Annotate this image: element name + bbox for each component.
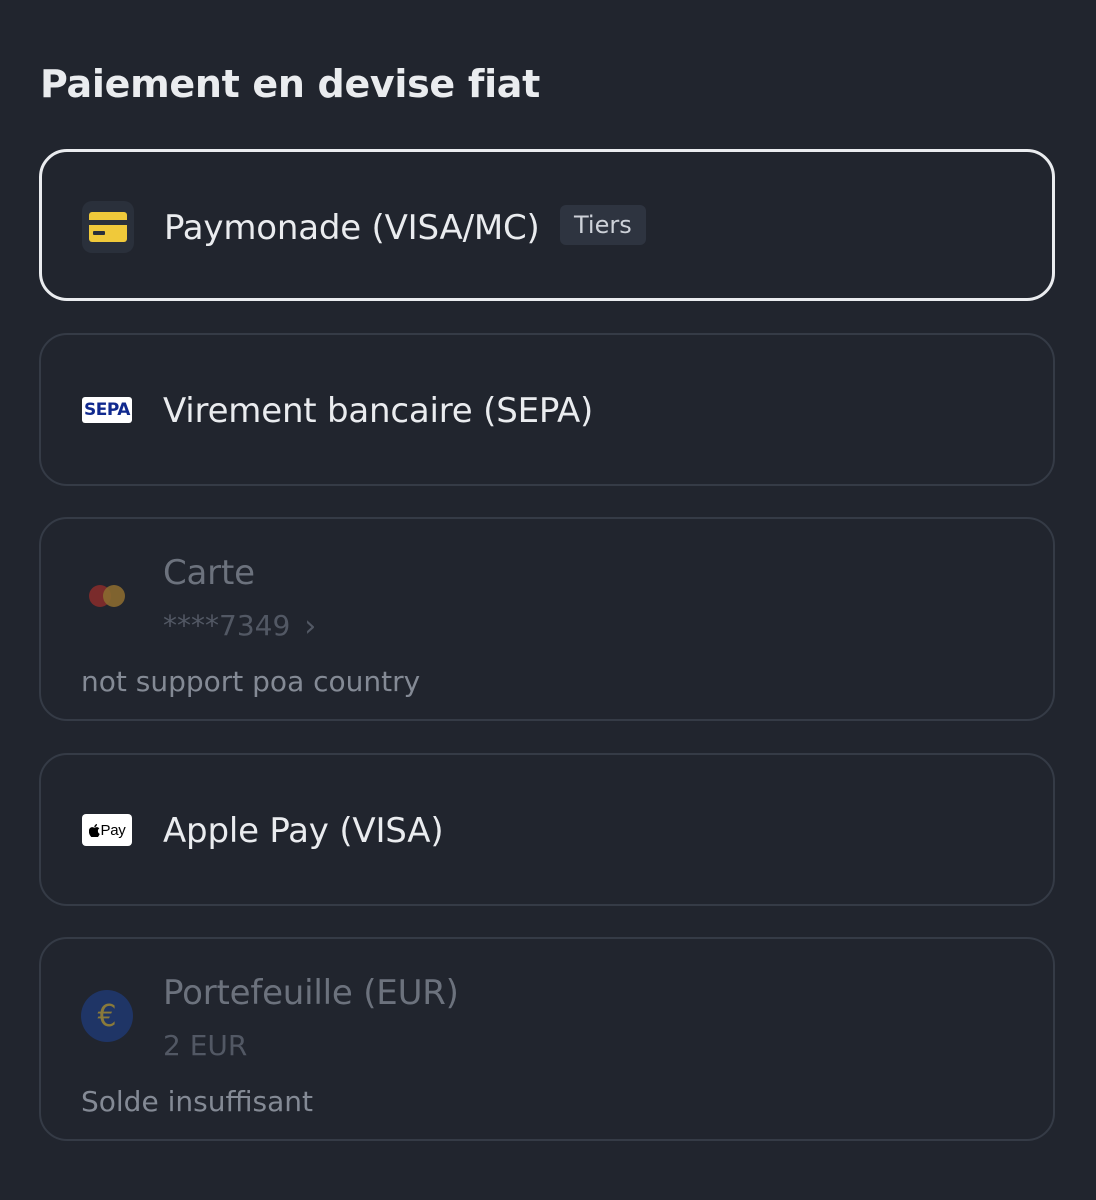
euro-coin-icon: €	[81, 990, 133, 1042]
payment-option-label: Apple Pay (VISA)	[163, 811, 444, 851]
page-title: Paiement en devise fiat	[40, 62, 540, 106]
mastercard-icon	[81, 570, 133, 622]
payment-option-sepa[interactable]: SEPA Virement bancaire (SEPA)	[39, 333, 1055, 486]
payment-option-label: Paymonade (VISA/MC)	[164, 208, 540, 248]
credit-card-icon	[82, 201, 134, 253]
payment-option-label: Virement bancaire (SEPA)	[163, 391, 594, 431]
payment-option-card[interactable]: Carte ****7349 › not support poa country	[39, 517, 1055, 721]
payment-option-label: Carte	[163, 553, 255, 593]
payment-option-paymonade[interactable]: Paymonade (VISA/MC) Tiers	[39, 149, 1055, 301]
insufficient-balance-note: Solde insuffisant	[81, 1085, 313, 1118]
payment-option-apple-pay[interactable]: Pay Apple Pay (VISA)	[39, 753, 1055, 906]
third-party-badge: Tiers	[560, 205, 646, 245]
wallet-balance: 2 EUR	[163, 1029, 248, 1062]
card-number-row[interactable]: ****7349 ›	[163, 609, 316, 644]
apple-pay-icon: Pay	[81, 804, 133, 856]
payment-option-wallet[interactable]: € Portefeuille (EUR) 2 EUR Solde insuffi…	[39, 937, 1055, 1141]
card-number: ****7349	[163, 609, 291, 642]
chevron-right-icon: ›	[304, 609, 317, 644]
sepa-logo-icon: SEPA	[81, 384, 133, 436]
unavailable-note: not support poa country	[81, 665, 421, 698]
payment-option-label: Portefeuille (EUR)	[163, 973, 459, 1013]
